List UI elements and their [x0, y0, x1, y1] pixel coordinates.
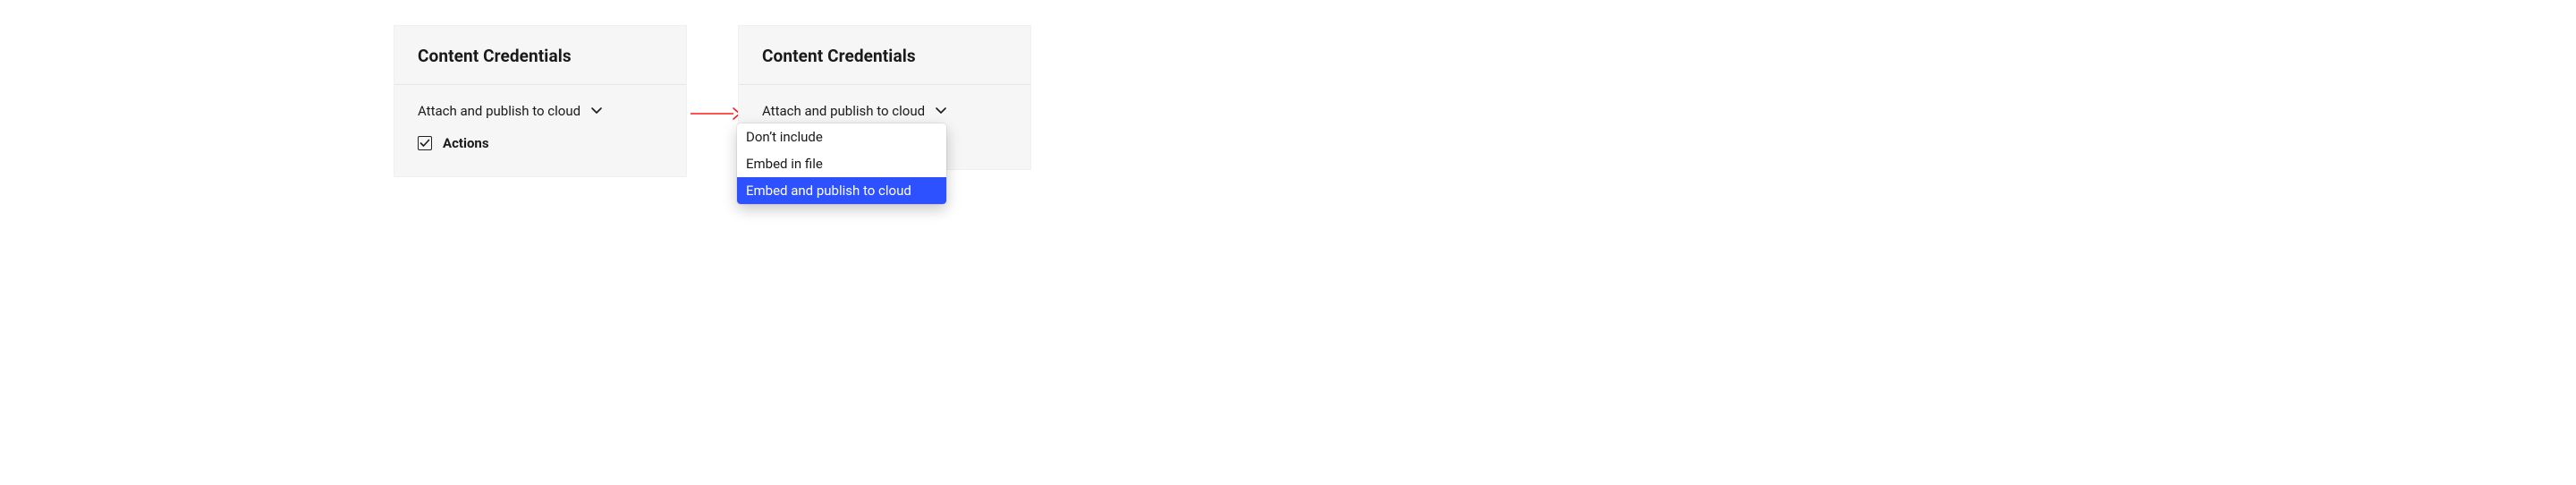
panel-header: Content Credentials — [394, 26, 686, 85]
panel-title: Content Credentials — [762, 46, 1007, 66]
chevron-down-icon — [936, 107, 946, 115]
credentials-mode-select[interactable]: Attach and publish to cloud — [418, 103, 663, 119]
dropdown-item-embed-and-publish[interactable]: Embed and publish to cloud — [737, 177, 946, 204]
panel-header: Content Credentials — [739, 26, 1030, 85]
credentials-mode-select[interactable]: Attach and publish to cloud — [762, 103, 1007, 119]
panel-body: Attach and publish to cloud Actions — [394, 85, 686, 167]
actions-checkbox-label: Actions — [443, 135, 489, 151]
arrow-icon — [691, 106, 741, 122]
stage: Content Credentials Attach and publish t… — [0, 0, 2576, 485]
credentials-mode-dropdown: Don’t include Embed in file Embed and pu… — [737, 123, 946, 204]
panel-title: Content Credentials — [418, 46, 663, 66]
panel-content-credentials-closed: Content Credentials Attach and publish t… — [394, 25, 687, 177]
dropdown-item-embed-in-file[interactable]: Embed in file — [737, 150, 946, 177]
chevron-down-icon — [591, 107, 602, 115]
actions-checkbox[interactable] — [418, 136, 432, 150]
credentials-mode-label: Attach and publish to cloud — [762, 103, 925, 119]
actions-checkbox-row: Actions — [418, 135, 663, 151]
dropdown-item-dont-include[interactable]: Don’t include — [737, 123, 946, 150]
credentials-mode-label: Attach and publish to cloud — [418, 103, 580, 119]
